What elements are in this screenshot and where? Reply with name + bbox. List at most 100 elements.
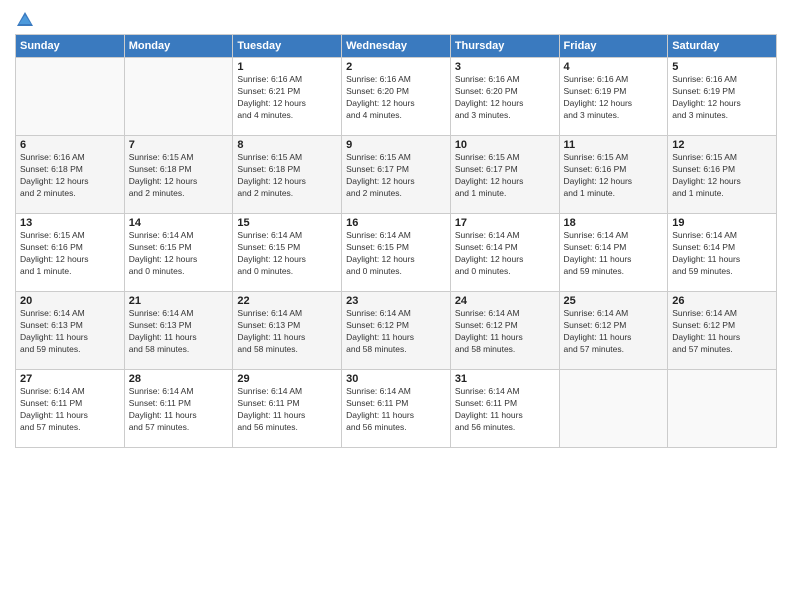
calendar-cell: 15Sunrise: 6:14 AM Sunset: 6:15 PM Dayli…	[233, 214, 342, 292]
day-number: 10	[455, 139, 555, 151]
calendar-cell: 23Sunrise: 6:14 AM Sunset: 6:12 PM Dayli…	[342, 292, 451, 370]
day-number: 1	[237, 61, 337, 73]
calendar-cell: 11Sunrise: 6:15 AM Sunset: 6:16 PM Dayli…	[559, 136, 668, 214]
day-number: 4	[564, 61, 664, 73]
day-info: Sunrise: 6:14 AM Sunset: 6:11 PM Dayligh…	[129, 386, 229, 434]
calendar-cell: 5Sunrise: 6:16 AM Sunset: 6:19 PM Daylig…	[668, 58, 777, 136]
day-info: Sunrise: 6:14 AM Sunset: 6:14 PM Dayligh…	[455, 230, 555, 278]
day-number: 29	[237, 373, 337, 385]
calendar-cell: 25Sunrise: 6:14 AM Sunset: 6:12 PM Dayli…	[559, 292, 668, 370]
day-info: Sunrise: 6:14 AM Sunset: 6:12 PM Dayligh…	[564, 308, 664, 356]
day-info: Sunrise: 6:14 AM Sunset: 6:11 PM Dayligh…	[346, 386, 446, 434]
week-row-2: 6Sunrise: 6:16 AM Sunset: 6:18 PM Daylig…	[16, 136, 777, 214]
day-number: 8	[237, 139, 337, 151]
day-info: Sunrise: 6:14 AM Sunset: 6:13 PM Dayligh…	[20, 308, 120, 356]
day-number: 26	[672, 295, 772, 307]
weekday-header-row: SundayMondayTuesdayWednesdayThursdayFrid…	[16, 35, 777, 58]
day-info: Sunrise: 6:14 AM Sunset: 6:14 PM Dayligh…	[564, 230, 664, 278]
calendar-cell: 26Sunrise: 6:14 AM Sunset: 6:12 PM Dayli…	[668, 292, 777, 370]
day-info: Sunrise: 6:16 AM Sunset: 6:19 PM Dayligh…	[672, 74, 772, 122]
calendar-cell	[668, 370, 777, 448]
day-number: 3	[455, 61, 555, 73]
day-info: Sunrise: 6:16 AM Sunset: 6:20 PM Dayligh…	[455, 74, 555, 122]
day-number: 17	[455, 217, 555, 229]
day-info: Sunrise: 6:15 AM Sunset: 6:16 PM Dayligh…	[20, 230, 120, 278]
logo-icon	[15, 10, 35, 30]
calendar-cell: 20Sunrise: 6:14 AM Sunset: 6:13 PM Dayli…	[16, 292, 125, 370]
day-number: 25	[564, 295, 664, 307]
header	[15, 10, 777, 30]
logo	[15, 10, 38, 30]
calendar-cell: 31Sunrise: 6:14 AM Sunset: 6:11 PM Dayli…	[450, 370, 559, 448]
calendar-cell: 27Sunrise: 6:14 AM Sunset: 6:11 PM Dayli…	[16, 370, 125, 448]
day-info: Sunrise: 6:14 AM Sunset: 6:13 PM Dayligh…	[129, 308, 229, 356]
calendar-cell: 8Sunrise: 6:15 AM Sunset: 6:18 PM Daylig…	[233, 136, 342, 214]
calendar-cell: 29Sunrise: 6:14 AM Sunset: 6:11 PM Dayli…	[233, 370, 342, 448]
day-number: 16	[346, 217, 446, 229]
calendar-cell: 28Sunrise: 6:14 AM Sunset: 6:11 PM Dayli…	[124, 370, 233, 448]
calendar-cell: 12Sunrise: 6:15 AM Sunset: 6:16 PM Dayli…	[668, 136, 777, 214]
day-info: Sunrise: 6:14 AM Sunset: 6:12 PM Dayligh…	[346, 308, 446, 356]
day-info: Sunrise: 6:14 AM Sunset: 6:11 PM Dayligh…	[20, 386, 120, 434]
calendar-cell: 18Sunrise: 6:14 AM Sunset: 6:14 PM Dayli…	[559, 214, 668, 292]
day-number: 13	[20, 217, 120, 229]
day-info: Sunrise: 6:15 AM Sunset: 6:16 PM Dayligh…	[564, 152, 664, 200]
calendar-cell: 16Sunrise: 6:14 AM Sunset: 6:15 PM Dayli…	[342, 214, 451, 292]
day-number: 23	[346, 295, 446, 307]
day-number: 19	[672, 217, 772, 229]
day-info: Sunrise: 6:15 AM Sunset: 6:17 PM Dayligh…	[346, 152, 446, 200]
week-row-1: 1Sunrise: 6:16 AM Sunset: 6:21 PM Daylig…	[16, 58, 777, 136]
calendar-cell: 13Sunrise: 6:15 AM Sunset: 6:16 PM Dayli…	[16, 214, 125, 292]
day-number: 22	[237, 295, 337, 307]
day-info: Sunrise: 6:14 AM Sunset: 6:12 PM Dayligh…	[455, 308, 555, 356]
weekday-header-thursday: Thursday	[450, 35, 559, 58]
calendar-cell: 7Sunrise: 6:15 AM Sunset: 6:18 PM Daylig…	[124, 136, 233, 214]
weekday-header-friday: Friday	[559, 35, 668, 58]
calendar-cell: 3Sunrise: 6:16 AM Sunset: 6:20 PM Daylig…	[450, 58, 559, 136]
day-number: 24	[455, 295, 555, 307]
day-info: Sunrise: 6:16 AM Sunset: 6:19 PM Dayligh…	[564, 74, 664, 122]
day-number: 2	[346, 61, 446, 73]
calendar-cell: 22Sunrise: 6:14 AM Sunset: 6:13 PM Dayli…	[233, 292, 342, 370]
weekday-header-wednesday: Wednesday	[342, 35, 451, 58]
day-info: Sunrise: 6:14 AM Sunset: 6:14 PM Dayligh…	[672, 230, 772, 278]
day-number: 5	[672, 61, 772, 73]
calendar-cell: 10Sunrise: 6:15 AM Sunset: 6:17 PM Dayli…	[450, 136, 559, 214]
weekday-header-monday: Monday	[124, 35, 233, 58]
calendar-cell: 24Sunrise: 6:14 AM Sunset: 6:12 PM Dayli…	[450, 292, 559, 370]
day-info: Sunrise: 6:15 AM Sunset: 6:17 PM Dayligh…	[455, 152, 555, 200]
calendar-cell: 1Sunrise: 6:16 AM Sunset: 6:21 PM Daylig…	[233, 58, 342, 136]
day-number: 27	[20, 373, 120, 385]
day-info: Sunrise: 6:16 AM Sunset: 6:20 PM Dayligh…	[346, 74, 446, 122]
day-info: Sunrise: 6:15 AM Sunset: 6:18 PM Dayligh…	[237, 152, 337, 200]
day-info: Sunrise: 6:14 AM Sunset: 6:15 PM Dayligh…	[346, 230, 446, 278]
day-number: 14	[129, 217, 229, 229]
calendar-cell: 19Sunrise: 6:14 AM Sunset: 6:14 PM Dayli…	[668, 214, 777, 292]
calendar-cell: 9Sunrise: 6:15 AM Sunset: 6:17 PM Daylig…	[342, 136, 451, 214]
calendar-cell: 6Sunrise: 6:16 AM Sunset: 6:18 PM Daylig…	[16, 136, 125, 214]
calendar-cell	[124, 58, 233, 136]
day-info: Sunrise: 6:14 AM Sunset: 6:15 PM Dayligh…	[129, 230, 229, 278]
week-row-5: 27Sunrise: 6:14 AM Sunset: 6:11 PM Dayli…	[16, 370, 777, 448]
calendar-cell	[559, 370, 668, 448]
weekday-header-tuesday: Tuesday	[233, 35, 342, 58]
day-info: Sunrise: 6:16 AM Sunset: 6:21 PM Dayligh…	[237, 74, 337, 122]
day-info: Sunrise: 6:14 AM Sunset: 6:13 PM Dayligh…	[237, 308, 337, 356]
calendar-cell: 21Sunrise: 6:14 AM Sunset: 6:13 PM Dayli…	[124, 292, 233, 370]
weekday-header-saturday: Saturday	[668, 35, 777, 58]
day-number: 28	[129, 373, 229, 385]
day-info: Sunrise: 6:14 AM Sunset: 6:12 PM Dayligh…	[672, 308, 772, 356]
day-number: 30	[346, 373, 446, 385]
calendar-cell	[16, 58, 125, 136]
calendar-table: SundayMondayTuesdayWednesdayThursdayFrid…	[15, 34, 777, 448]
day-number: 12	[672, 139, 772, 151]
day-info: Sunrise: 6:15 AM Sunset: 6:18 PM Dayligh…	[129, 152, 229, 200]
day-number: 20	[20, 295, 120, 307]
calendar-cell: 14Sunrise: 6:14 AM Sunset: 6:15 PM Dayli…	[124, 214, 233, 292]
day-number: 9	[346, 139, 446, 151]
day-number: 6	[20, 139, 120, 151]
day-number: 18	[564, 217, 664, 229]
calendar-cell: 4Sunrise: 6:16 AM Sunset: 6:19 PM Daylig…	[559, 58, 668, 136]
day-number: 31	[455, 373, 555, 385]
day-number: 11	[564, 139, 664, 151]
